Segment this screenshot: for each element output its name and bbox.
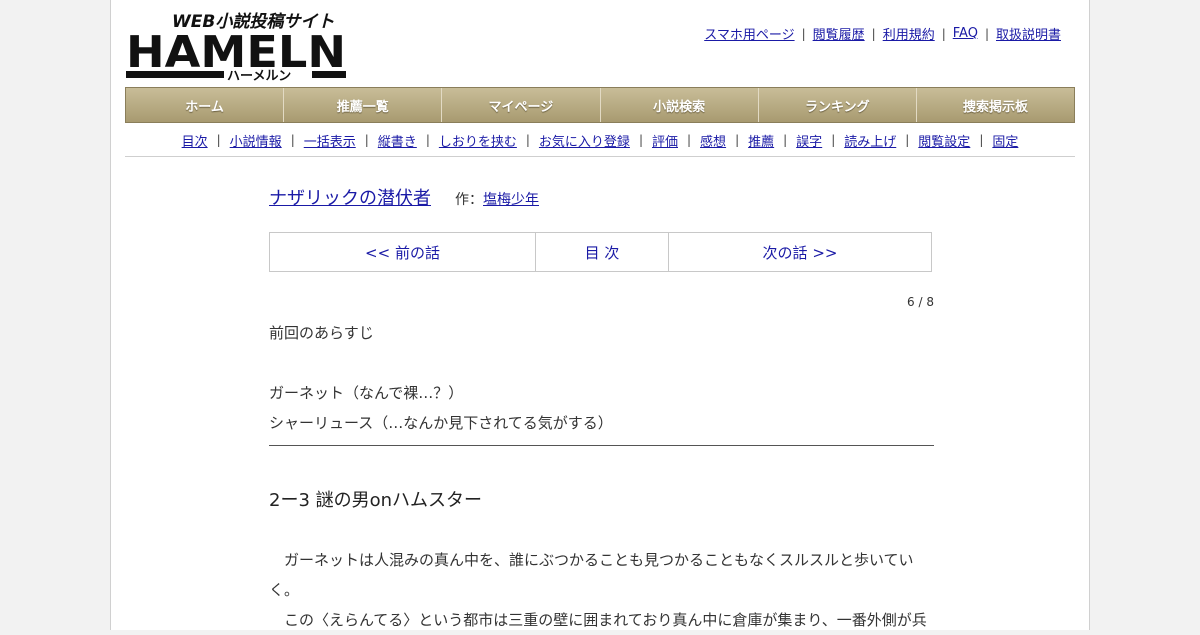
episode-body: ガーネットは人混みの真ん中を、誰にぶつかることも見つかることもなくスルスルと歩い…	[269, 545, 934, 635]
global-nav: ホーム 推薦一覧 マイページ 小説検索 ランキング 捜索掲示板	[125, 87, 1075, 123]
subnav-typo[interactable]: 誤字	[796, 131, 822, 150]
page-count: 6 / 8	[907, 295, 934, 309]
novel-header: ナザリックの潜伏者 作： 塩梅少年	[269, 184, 539, 210]
next-episode-link[interactable]: 次の話 >>	[669, 233, 931, 271]
subnav-novel-info[interactable]: 小説情報	[230, 131, 282, 150]
nav-recommend[interactable]: 推薦一覧	[284, 88, 443, 122]
preface-heading: 前回のあらすじ	[269, 324, 374, 342]
body-line: ガーネットは人混みの真ん中を、誰にぶつかることも見つかることもなくスルスルと歩い…	[269, 551, 914, 569]
preface: 前回のあらすじ ガーネット（なんで裸…？） シャーリュース（…なんか見下されてる…	[269, 318, 934, 438]
preface-divider	[269, 445, 934, 446]
page-container: WEB小説投稿サイト HAMELN ハーメルン スマホ用ページ | 閲覧履歴 |…	[110, 0, 1090, 630]
subnav-show-all[interactable]: 一括表示	[304, 131, 356, 150]
author-prefix: 作：	[455, 192, 483, 208]
hameln-logo[interactable]: WEB小説投稿サイト HAMELN ハーメルン	[126, 10, 348, 82]
logo-kana: ハーメルン	[227, 69, 291, 82]
manual-link[interactable]: 取扱説明書	[996, 24, 1061, 43]
subnav-favorite[interactable]: お気に入り登録	[539, 131, 630, 150]
subnav-bookmark[interactable]: しおりを挟む	[439, 131, 517, 150]
subnav-vertical[interactable]: 縦書き	[378, 131, 417, 150]
nav-search-board[interactable]: 捜索掲示板	[916, 88, 1075, 122]
body-line: く。	[269, 581, 300, 599]
novel-title-link[interactable]: ナザリックの潜伏者	[269, 184, 431, 210]
nav-ranking[interactable]: ランキング	[758, 88, 917, 122]
faq-link[interactable]: FAQ	[953, 26, 978, 41]
chapter-title: 2ー3 謎の男onハムスター	[269, 490, 483, 511]
subnav-comments[interactable]: 感想	[700, 131, 726, 150]
subnav-view-settings[interactable]: 閲覧設定	[918, 131, 970, 150]
subnav-toc[interactable]: 目次	[182, 131, 208, 150]
episode-pager: << 前の話 目 次 次の話 >>	[269, 232, 932, 272]
preface-line: ガーネット（なんで裸…？）	[269, 384, 464, 402]
nav-home[interactable]: ホーム	[126, 88, 285, 122]
author-link[interactable]: 塩梅少年	[483, 189, 539, 209]
subnav-rating[interactable]: 評価	[652, 131, 678, 150]
preface-line: シャーリュース（…なんか見下されてる気がする）	[269, 414, 613, 432]
nav-novel-search[interactable]: 小説検索	[600, 88, 759, 122]
subnav-pin[interactable]: 固定	[992, 131, 1018, 150]
subnav-recommend[interactable]: 推薦	[748, 131, 774, 150]
body-line: この〈えらんてる〉という都市は三重の壁に囲まれており真ん中に倉庫が集まり、一番外…	[269, 611, 927, 629]
top-links: スマホ用ページ | 閲覧履歴 | 利用規約 | FAQ | 取扱説明書	[704, 24, 1061, 43]
subnav-read-aloud[interactable]: 読み上げ	[844, 131, 896, 150]
history-link[interactable]: 閲覧履歴	[813, 24, 865, 43]
toc-link[interactable]: 目 次	[536, 233, 669, 271]
smartphone-page-link[interactable]: スマホ用ページ	[704, 24, 794, 43]
nav-mypage[interactable]: マイページ	[442, 88, 601, 122]
terms-link[interactable]: 利用規約	[883, 24, 935, 43]
prev-episode-link[interactable]: << 前の話	[270, 233, 536, 271]
novel-sub-nav: 目次 | 小説情報 | 一括表示 | 縦書き | しおりを挟む | お気に入り登…	[125, 124, 1075, 157]
